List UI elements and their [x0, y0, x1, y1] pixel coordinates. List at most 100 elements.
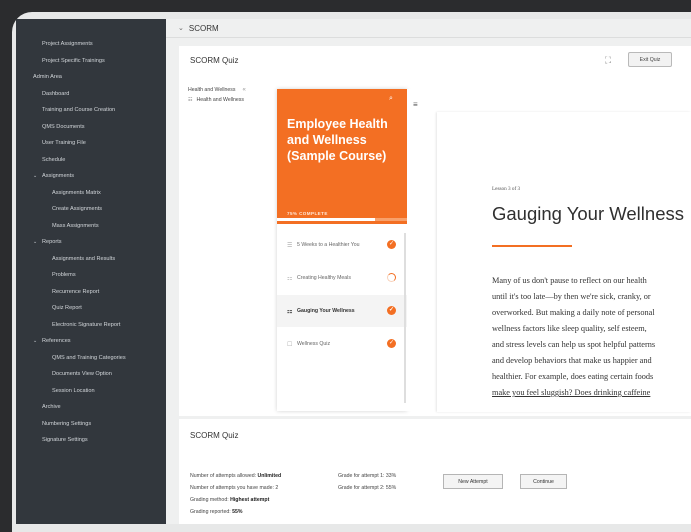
continue-button[interactable]: Continue — [520, 474, 567, 489]
sidebar-item[interactable]: User Training File — [16, 135, 166, 152]
check-icon: ✓ — [387, 339, 396, 348]
sidebar-item-label: Quiz Report — [52, 305, 82, 312]
scorm-section-header[interactable]: ⌄ SCORM — [166, 19, 691, 38]
expand-icon[interactable]: ⛶ — [603, 55, 613, 65]
lesson-body-line: Many of us don't pause to reflect on our… — [492, 276, 647, 285]
sidebar-item[interactable]: Dashboard — [16, 86, 166, 103]
progress-ring-icon — [387, 273, 396, 282]
sidebar-item[interactable]: Numbering Settings — [16, 416, 166, 433]
sidebar-item[interactable]: Quiz Report — [16, 300, 166, 317]
sidebar-item[interactable]: Documents View Option — [16, 366, 166, 383]
sidebar-item[interactable]: Project Specific Trainings — [16, 53, 166, 70]
grading-method: Grading method: Highest attempt — [190, 497, 270, 503]
check-icon: ✓ — [387, 306, 396, 315]
lesson-icon: ⚏ — [287, 308, 293, 315]
sidebar-item[interactable]: Project Assignments — [16, 36, 166, 53]
summary-title: SCORM Quiz — [190, 431, 239, 440]
heading-divider — [492, 245, 572, 247]
lesson-item[interactable]: ☐ Wellness Quiz ✓ — [277, 328, 407, 360]
menu-icon[interactable]: ≡ — [413, 100, 418, 109]
sidebar-item-label: Archive — [42, 404, 61, 411]
sidebar-item-label: QMS and Training Categories — [52, 354, 126, 361]
sidebar-item-label: Project Assignments — [42, 41, 93, 48]
sidebar-item[interactable]: ⌄ Reports — [16, 234, 166, 251]
pages-icon: ☷ — [188, 97, 193, 103]
sidebar-item-label: Admin Area — [33, 74, 62, 81]
tree-root-label: Health and Wellness — [188, 87, 236, 93]
sidebar-item[interactable]: Training and Course Creation — [16, 102, 166, 119]
lesson-body: Many of us don't pause to reflect on our… — [492, 273, 691, 401]
lesson-page: Lesson 3 of 3 Gauging Your Wellness Many… — [437, 112, 691, 412]
sidebar-item-label: Schedule — [42, 156, 66, 163]
scorm-quiz-panel: SCORM Quiz ⛶ Exit Quiz Health and Wellne… — [179, 46, 691, 416]
main-area: ⌄ SCORM SCORM Quiz ⛶ Exit Quiz Health an… — [166, 19, 691, 524]
lesson-body-line: wellness factors like sleep quality, sel… — [492, 324, 647, 333]
lesson-item[interactable]: ⚏ Creating Healthy Meals — [277, 262, 407, 294]
chevron-down-icon: ⌄ — [33, 173, 38, 180]
lesson-item[interactable]: ⚏ Gauging Your Wellness ✓ — [277, 295, 407, 327]
chevron-down-icon: ⌄ — [33, 239, 38, 246]
sidebar-item[interactable]: Problems — [16, 267, 166, 284]
sidebar-item-label: Problems — [52, 272, 76, 279]
progress-fill — [277, 218, 375, 221]
sidebar-item[interactable]: ⌄ References — [16, 333, 166, 350]
sidebar-item[interactable]: Recurrence Report — [16, 284, 166, 301]
quiz-title: SCORM Quiz — [190, 55, 239, 65]
sidebar-item-label: Numbering Settings — [42, 420, 92, 427]
sidebar-item[interactable]: QMS and Training Categories — [16, 350, 166, 367]
sidebar-item[interactable]: Admin Area — [16, 69, 166, 86]
sidebar-item-label: References — [42, 338, 71, 345]
sidebar-item-label: Training and Course Creation — [42, 107, 116, 114]
sidebar-item-label: Documents View Option — [52, 371, 112, 378]
attempt-grades: Grade for attempt 1: 33% Grade for attem… — [338, 470, 396, 494]
sidebar-item[interactable]: Session Location — [16, 383, 166, 400]
course-header: ⌕ Employee Health and Wellness (Sample C… — [277, 89, 407, 224]
tree-root[interactable]: Health and Wellness « — [188, 85, 276, 95]
sidebar-item[interactable]: Assignments Matrix — [16, 185, 166, 202]
lesson-heading: Gauging Your Wellness — [492, 203, 684, 224]
section-title: SCORM — [188, 23, 219, 33]
collapse-icon[interactable]: « — [242, 87, 245, 93]
sidebar-item-label: Assignments and Results — [52, 255, 116, 262]
chevron-down-icon: ⌄ — [33, 338, 38, 345]
sidebar-item-label: Project Specific Trainings — [42, 57, 105, 64]
lesson-item[interactable]: ☰ 5 Weeks to a Healthier You ✓ — [277, 229, 407, 261]
chevron-down-icon: ⌄ — [178, 25, 184, 32]
sidebar-item[interactable]: Electronic Signature Report — [16, 317, 166, 334]
grade-reported: Grading reported: 55% — [190, 509, 243, 515]
lesson-icon: ☰ — [287, 242, 293, 249]
sidebar-nav: Project Assignments Project Specific Trai… — [16, 19, 166, 524]
tree-child[interactable]: ☷ Health and Wellness — [188, 95, 276, 105]
sidebar-item[interactable]: Create Assignments — [16, 201, 166, 218]
lesson-count: Lesson 3 of 3 — [492, 186, 521, 192]
new-attempt-button[interactable]: New Attempt — [443, 474, 503, 489]
sidebar-item-label: Mass Assignments — [52, 222, 99, 229]
lesson-body-line: and develop behaviors that make us happi… — [492, 356, 652, 365]
sidebar-item[interactable]: Schedule — [16, 152, 166, 169]
search-icon[interactable]: ⌕ — [389, 95, 393, 103]
attempts-made: Number of attempts you have made: 2 — [190, 485, 279, 491]
sidebar-item[interactable]: Mass Assignments — [16, 218, 166, 235]
content-tree: Health and Wellness « ☷ Health and Welln… — [188, 85, 276, 105]
sidebar-item-label: Electronic Signature Report — [52, 321, 121, 328]
scrollbar[interactable] — [404, 233, 406, 403]
sidebar-item-label: Create Assignments — [52, 206, 103, 213]
sidebar-item-label: Session Location — [52, 387, 95, 394]
lesson-body-line: overworked. But making a daily note of p… — [492, 308, 655, 317]
grade-attempt-2: Grade for attempt 2: 55% — [338, 485, 397, 491]
sidebar-item-label: Assignments — [42, 173, 75, 180]
attempt-info: Number of attempts allowed: Unlimited Nu… — [190, 470, 281, 518]
sidebar-item[interactable]: ⌄ Assignments — [16, 168, 166, 185]
lesson-viewer: ≡ Lesson 3 of 3 Gauging Your Wellness Ma… — [407, 89, 691, 412]
sidebar-item[interactable]: Archive — [16, 399, 166, 416]
sidebar-item[interactable]: Signature Settings — [16, 432, 166, 449]
course-outline: ⌕ Employee Health and Wellness (Sample C… — [277, 89, 407, 411]
sidebar-item[interactable]: Assignments and Results — [16, 251, 166, 268]
exit-quiz-button[interactable]: Exit Quiz — [628, 52, 672, 67]
progress-label: 75% COMPLETE — [287, 211, 328, 216]
lesson-icon: ⚏ — [287, 275, 293, 282]
course-title: Employee Health and Wellness (Sample Cou… — [287, 117, 388, 163]
sidebar-item[interactable]: QMS Documents — [16, 119, 166, 136]
lesson-icon: ☐ — [287, 341, 293, 348]
sidebar-item-label: QMS Documents — [42, 123, 85, 130]
